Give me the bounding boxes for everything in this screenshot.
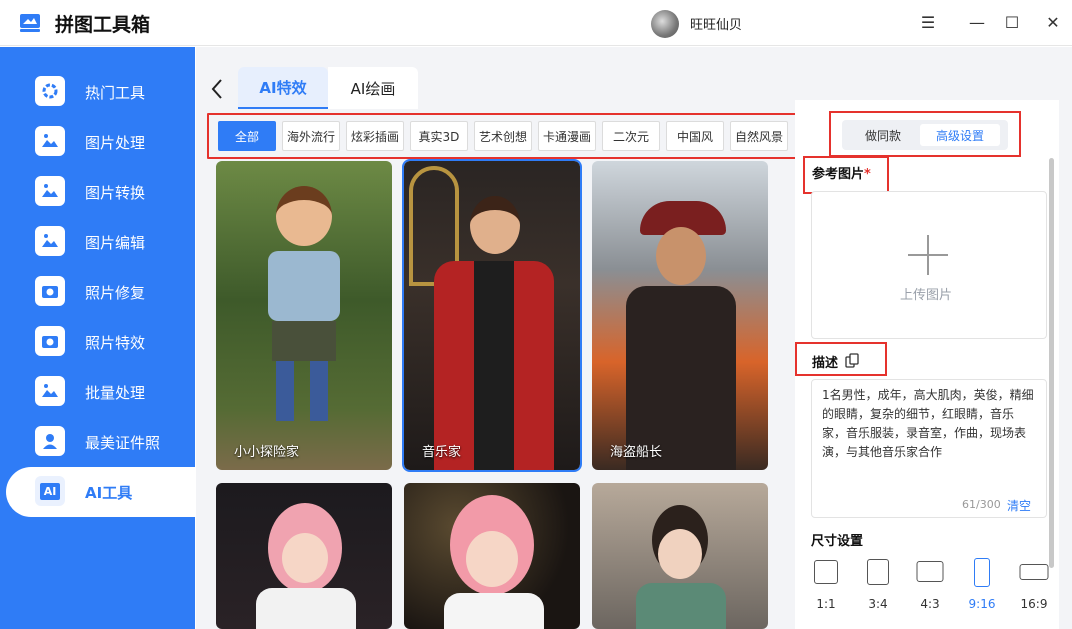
- effect-card[interactable]: 小小探险家: [216, 161, 392, 470]
- sidebar-item-ai-tools[interactable]: AI AI工具: [6, 467, 195, 517]
- ratio-portrait-icon: [867, 559, 889, 585]
- ratio-3-4[interactable]: 3:4: [856, 556, 900, 614]
- sidebar-item-hot-tools[interactable]: 热门工具: [0, 67, 195, 117]
- ai-badge: AI: [39, 482, 61, 500]
- effect-card[interactable]: 音乐家: [402, 159, 582, 472]
- category-all[interactable]: 全部: [218, 121, 276, 151]
- back-arrow-icon[interactable]: [210, 78, 224, 100]
- user-name[interactable]: 旺旺仙贝: [690, 14, 742, 33]
- char-count: 61/300: [962, 498, 1001, 511]
- plus-icon-vertical: [927, 235, 929, 275]
- ratio-label: 9:16: [968, 597, 996, 611]
- ratio-label: 1:1: [816, 597, 836, 611]
- effect-card[interactable]: 海盗船长: [592, 161, 768, 470]
- panel-scrollbar[interactable]: [1049, 158, 1054, 568]
- hot-tools-icon: [35, 76, 65, 106]
- ratio-label: 4:3: [920, 597, 940, 611]
- sidebar-item-image-convert[interactable]: 图片转换: [0, 167, 195, 217]
- required-mark: *: [864, 167, 871, 182]
- effect-card[interactable]: [404, 483, 580, 629]
- image-process-icon: [35, 126, 65, 156]
- sidebar-item-id-photo[interactable]: 最美证件照: [0, 417, 195, 467]
- close-icon: ✕: [1046, 12, 1060, 32]
- effect-card[interactable]: [216, 483, 392, 629]
- avatar[interactable]: [651, 10, 679, 38]
- sidebar-item-label: 图片转换: [85, 184, 146, 202]
- category-cartoon[interactable]: 卡通漫画: [538, 121, 596, 151]
- reference-image-label-text: 参考图片: [812, 167, 865, 182]
- sidebar-item-label: 图片编辑: [85, 234, 146, 252]
- upload-area[interactable]: [811, 191, 1047, 339]
- image-edit-icon: [35, 226, 65, 256]
- ratio-landscape-icon: [916, 561, 944, 582]
- sidebar-item-batch[interactable]: 批量处理: [0, 367, 195, 417]
- app-logo-icon: [20, 14, 40, 32]
- sidebar-item-label: 热门工具: [85, 84, 146, 102]
- card-label: 海盗船长: [610, 445, 663, 460]
- category-anime[interactable]: 二次元: [602, 121, 660, 151]
- batch-icon: [35, 376, 65, 406]
- sidebar-item-photo-repair[interactable]: 照片修复: [0, 267, 195, 317]
- sidebar-item-image-process[interactable]: 图片处理: [0, 117, 195, 167]
- ratio-label: 16:9: [1020, 597, 1048, 611]
- sidebar-item-label: 照片修复: [85, 284, 146, 302]
- sidebar-item-photo-effects[interactable]: 照片特效: [0, 317, 195, 367]
- sidebar-item-label: 最美证件照: [85, 434, 161, 452]
- sidebar-item-image-edit[interactable]: 图片编辑: [0, 217, 195, 267]
- category-real-3d[interactable]: 真实3D: [410, 121, 468, 151]
- menu-icon: ☰: [920, 12, 936, 32]
- id-photo-icon: [35, 426, 65, 456]
- sidebar: 热门工具 图片处理 图片转换 图片编辑 照片修复 照片特效 批量处理 最美证件照…: [0, 47, 195, 629]
- minimize-button[interactable]: —: [965, 10, 989, 34]
- ai-tools-icon: AI: [35, 476, 65, 506]
- ratio-tall-icon: [974, 558, 990, 587]
- tab-ai-drawing[interactable]: AI绘画: [328, 67, 418, 109]
- tab-ai-effects[interactable]: AI特效: [238, 67, 328, 109]
- sidebar-item-label: 照片特效: [85, 334, 146, 352]
- size-settings-title: 尺寸设置: [811, 534, 864, 549]
- ratio-label: 3:4: [868, 597, 888, 611]
- image-convert-icon: [35, 176, 65, 206]
- reference-image-label: 参考图片*: [812, 163, 871, 182]
- same-style-button[interactable]: 做同款: [852, 124, 914, 146]
- sidebar-item-label: 图片处理: [85, 134, 146, 152]
- ratio-4-3[interactable]: 4:3: [908, 556, 952, 614]
- ratio-wide-icon: [1019, 564, 1049, 580]
- category-art[interactable]: 艺术创想: [474, 121, 532, 151]
- copy-icon[interactable]: [845, 353, 859, 368]
- ratio-9-16[interactable]: 9:16: [960, 556, 1004, 614]
- maximize-button[interactable]: ☐: [1000, 10, 1024, 34]
- title-bar: 拼图工具箱 旺旺仙贝 ☰ — ☐ ✕: [0, 0, 1072, 46]
- description-label: 描述: [812, 356, 839, 371]
- category-overseas[interactable]: 海外流行: [282, 121, 340, 151]
- photo-effects-icon: [35, 326, 65, 356]
- advanced-settings-button[interactable]: 高级设置: [920, 124, 1000, 146]
- ratio-1-1[interactable]: 1:1: [804, 556, 848, 614]
- close-button[interactable]: ✕: [1041, 10, 1065, 34]
- category-colorful[interactable]: 炫彩插画: [346, 121, 404, 151]
- app-title: 拼图工具箱: [55, 14, 151, 36]
- photo-repair-icon: [35, 276, 65, 306]
- sidebar-item-label: 批量处理: [85, 384, 146, 402]
- ratio-square-icon: [814, 560, 838, 584]
- upload-text: 上传图片: [900, 288, 953, 303]
- card-label: 音乐家: [422, 445, 462, 460]
- description-highlight: [795, 342, 887, 376]
- minimize-icon: —: [969, 12, 985, 32]
- sidebar-item-label: AI工具: [85, 484, 133, 502]
- clear-button[interactable]: 清空: [1007, 497, 1031, 514]
- card-label: 小小探险家: [234, 445, 300, 460]
- effect-card[interactable]: [592, 483, 768, 629]
- maximize-icon: ☐: [1004, 12, 1020, 32]
- category-chinese[interactable]: 中国风: [666, 121, 724, 151]
- menu-button[interactable]: ☰: [916, 10, 940, 34]
- category-nature[interactable]: 自然风景: [730, 121, 788, 151]
